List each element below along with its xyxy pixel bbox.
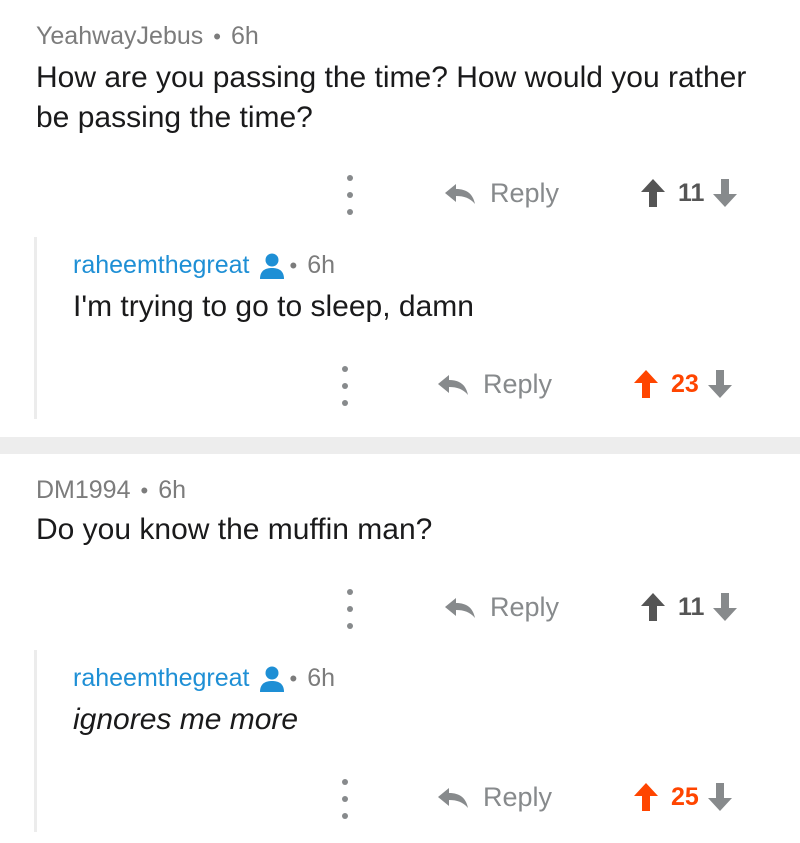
reply-button[interactable]: Reply xyxy=(437,369,552,400)
separator-dot: • xyxy=(289,665,298,691)
comment-author[interactable]: raheemthegreat xyxy=(73,251,250,280)
reply-button[interactable]: Reply xyxy=(444,178,559,209)
vote-control: 11 xyxy=(640,178,738,208)
comment-meta: YeahwayJebus • 6h xyxy=(36,22,259,51)
comment-time: 6h xyxy=(307,251,336,279)
reply-arrow-icon xyxy=(445,597,475,618)
vote-control: 23 xyxy=(633,369,733,399)
vote-score: 11 xyxy=(678,178,705,207)
vote-score: 23 xyxy=(671,369,699,398)
reply-arrow-icon xyxy=(438,374,468,395)
comment-author[interactable]: DM1994 xyxy=(36,476,131,505)
user-icon xyxy=(259,253,284,279)
downvote-arrow-icon[interactable] xyxy=(712,178,738,208)
comment-body: How are you passing the time? How would … xyxy=(36,61,747,134)
vote-score: 25 xyxy=(671,782,699,811)
comment-actions: Reply 23 xyxy=(3,361,800,411)
reply-label: Reply xyxy=(490,178,560,208)
reply-arrow-icon xyxy=(445,183,475,204)
comment-meta: DM1994 • 6h xyxy=(36,476,186,505)
comment-thread-1: YeahwayJebus • 6h How are you passing th… xyxy=(0,0,800,437)
reply-label: Reply xyxy=(483,782,553,812)
upvote-arrow-icon[interactable] xyxy=(640,178,666,208)
vote-control: 11 xyxy=(640,592,738,622)
comment-actions: Reply 11 xyxy=(0,584,800,634)
more-vertical-icon[interactable] xyxy=(341,779,349,819)
reply-button[interactable]: Reply xyxy=(437,782,552,813)
child-comment: raheemthegreat • 6h ignores me more Repl… xyxy=(34,650,800,832)
more-vertical-icon[interactable] xyxy=(346,175,354,215)
comment-thread-2: DM1994 • 6h Do you know the muffin man? … xyxy=(0,454,800,843)
user-icon xyxy=(259,666,284,692)
upvote-arrow-icon[interactable] xyxy=(633,369,659,399)
downvote-arrow-icon[interactable] xyxy=(707,369,733,399)
comment-actions: Reply 11 xyxy=(0,170,800,220)
comment-author[interactable]: raheemthegreat xyxy=(73,664,250,693)
comment-meta: raheemthegreat • 6h xyxy=(73,251,335,280)
reply-button[interactable]: Reply xyxy=(444,592,559,623)
vote-score: 11 xyxy=(678,592,705,621)
reply-label: Reply xyxy=(483,369,553,399)
separator-dot: • xyxy=(140,477,149,503)
child-comment: raheemthegreat • 6h I'm trying to go to … xyxy=(34,237,800,419)
comment-body: ignores me more xyxy=(73,703,299,736)
comment-time: 6h xyxy=(158,476,187,504)
separator-dot: • xyxy=(213,23,221,49)
upvote-arrow-icon[interactable] xyxy=(640,592,666,622)
thread-divider xyxy=(0,437,800,454)
comment-meta: raheemthegreat • 6h xyxy=(73,664,335,693)
comment-time: 6h xyxy=(230,22,259,50)
comment-actions: Reply 25 xyxy=(3,774,800,824)
comment-author[interactable]: YeahwayJebus xyxy=(36,22,203,51)
comment-body: I'm trying to go to sleep, damn xyxy=(73,290,474,323)
reply-label: Reply xyxy=(490,592,560,622)
comment-time: 6h xyxy=(307,664,336,692)
vote-control: 25 xyxy=(633,782,733,812)
reply-arrow-icon xyxy=(438,787,468,808)
comment-body: Do you know the muffin man? xyxy=(36,513,433,546)
downvote-arrow-icon[interactable] xyxy=(707,782,733,812)
downvote-arrow-icon[interactable] xyxy=(712,592,738,622)
separator-dot: • xyxy=(289,252,298,278)
more-vertical-icon[interactable] xyxy=(346,589,354,629)
more-vertical-icon[interactable] xyxy=(341,366,349,406)
upvote-arrow-icon[interactable] xyxy=(633,782,659,812)
